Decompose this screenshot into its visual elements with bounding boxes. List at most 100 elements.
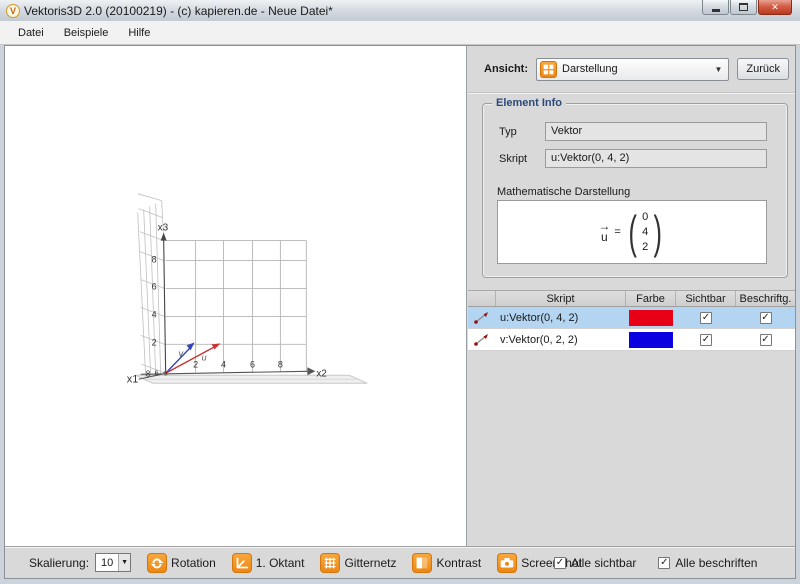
alle-sichtbar-toggle[interactable]: ✓ Alle sichtbar <box>554 556 636 570</box>
alle-beschriften-label: Alle beschriften <box>675 556 757 570</box>
menu-item-hilfe[interactable]: Hilfe <box>118 24 160 42</box>
client-area: x3 x2 x1 2 4 6 8 2 4 6 8 8 6 <box>4 45 796 579</box>
svg-text:4: 4 <box>221 359 226 369</box>
alle-sichtbar-checkbox[interactable]: ✓ <box>554 557 566 569</box>
svg-text:2: 2 <box>152 337 157 347</box>
close-button[interactable]: ✕ <box>758 0 792 15</box>
menu-item-beispiele[interactable]: Beispiele <box>54 24 119 42</box>
row-sichtbar-cell: ✓ <box>676 307 736 328</box>
alle-sichtbar-label: Alle sichtbar <box>571 556 636 570</box>
math-display: → u = ( 0 4 2 ) <box>497 200 767 264</box>
side-panel: Ansicht: Darstellung ▼ Zurück Element In… <box>468 46 795 546</box>
screenshot-icon <box>497 553 517 573</box>
header-icon-col <box>468 291 496 306</box>
row-beschriftg-cell: ✓ <box>736 329 795 350</box>
x2x3-grid <box>166 241 307 373</box>
alle-beschriften-toggle[interactable]: ✓ Alle beschriften <box>658 556 757 570</box>
table-row[interactable]: v:Vektor(0, 2, 2) ✓ ✓ <box>468 329 795 351</box>
skript-field[interactable]: u:Vektor(0, 4, 2) <box>545 149 767 168</box>
beschriftg-checkbox[interactable]: ✓ <box>760 312 772 324</box>
header-sichtbar: Sichtbar <box>676 291 736 306</box>
origin-dot <box>165 372 167 374</box>
equals-sign: = <box>614 226 620 238</box>
math-darstellung-label: Mathematische Darstellung <box>497 186 630 198</box>
header-beschriftg: Beschriftg. <box>736 291 795 306</box>
x2-axis-label: x2 <box>316 368 327 379</box>
global-checkboxes: ✓ Alle sichtbar ✓ Alle beschriften <box>554 556 757 570</box>
row-sichtbar-cell: ✓ <box>676 329 736 350</box>
skript-row: Skript u:Vektor(0, 4, 2) <box>499 149 767 168</box>
element-info-group: Element Info Typ Vektor Skript u:Vektor(… <box>482 103 788 278</box>
toolbar-left: Skalierung: 10 ▼ Rotation 1. Oktant <box>29 553 582 573</box>
x3-axis-label: x3 <box>158 223 169 234</box>
table-header-row: Skript Farbe Sichtbar Beschriftg. <box>468 290 795 307</box>
bottom-toolbar: Skalierung: 10 ▼ Rotation 1. Oktant <box>5 546 795 578</box>
skalierung-value: 10 <box>96 557 118 569</box>
rotation-icon <box>147 553 167 573</box>
tool-label: Rotation <box>171 556 216 570</box>
window-title: Vektoris3D 2.0 (20100219) - (c) kapieren… <box>24 4 701 18</box>
row-skript: u:Vektor(0, 4, 2) <box>496 307 626 328</box>
row-beschriftg-cell: ✓ <box>736 307 795 328</box>
svg-text:6: 6 <box>250 359 255 369</box>
table-row[interactable]: u:Vektor(0, 4, 2) ✓ ✓ <box>468 307 795 329</box>
typ-label: Typ <box>499 126 545 138</box>
svg-text:8: 8 <box>152 255 157 265</box>
vector-v: v <box>166 342 195 373</box>
beschriftg-checkbox[interactable]: ✓ <box>760 334 772 346</box>
contrast-icon <box>412 553 432 573</box>
axes <box>139 233 316 380</box>
zurueck-button[interactable]: Zurück <box>737 58 789 80</box>
maximize-icon <box>739 3 748 11</box>
view-bar: Ansicht: Darstellung ▼ Zurück <box>468 46 795 93</box>
skalierung-label: Skalierung: <box>29 556 89 570</box>
vector-v-label: v <box>179 348 184 358</box>
vector-arrow-icon <box>468 307 496 328</box>
svg-text:6: 6 <box>152 281 157 291</box>
element-table: Skript Farbe Sichtbar Beschriftg. u:Vekt… <box>468 290 795 351</box>
row-color-cell[interactable] <box>626 329 676 350</box>
vector-u-label: u <box>202 352 207 362</box>
minimize-button[interactable] <box>702 0 729 15</box>
typ-field[interactable]: Vektor <box>545 122 767 141</box>
header-farbe: Farbe <box>626 291 676 306</box>
plot-canvas[interactable]: x3 x2 x1 2 4 6 8 2 4 6 8 8 6 <box>5 46 467 546</box>
oktant-button[interactable]: 1. Oktant <box>232 553 305 573</box>
title-bar: V Vektoris3D 2.0 (20100219) - (c) kapier… <box>0 0 800 21</box>
x1-axis-label: x1 <box>127 373 139 385</box>
app-logo-icon: V <box>6 4 20 18</box>
kontrast-button[interactable]: Kontrast <box>412 553 481 573</box>
tool-label: Gitternetz <box>344 556 396 570</box>
alle-beschriften-checkbox[interactable]: ✓ <box>658 557 670 569</box>
octant-icon <box>232 553 252 573</box>
row-color-cell[interactable] <box>626 307 676 328</box>
chevron-down-icon: ▼ <box>118 554 130 571</box>
svg-text:4: 4 <box>152 309 157 319</box>
color-swatch[interactable] <box>629 310 673 326</box>
vector-plot: x3 x2 x1 2 4 6 8 2 4 6 8 8 6 <box>5 46 466 513</box>
application-window: V Vektoris3D 2.0 (20100219) - (c) kapier… <box>0 0 800 584</box>
sichtbar-checkbox[interactable]: ✓ <box>700 334 712 346</box>
tool-label: Kontrast <box>436 556 481 570</box>
skript-label: Skript <box>499 153 545 165</box>
darstellung-grid-icon <box>540 61 557 78</box>
view-select-value: Darstellung <box>557 63 711 75</box>
svg-text:8: 8 <box>146 369 151 378</box>
menu-bar: Datei Beispiele Hilfe <box>0 21 800 45</box>
vector-v-arrowhead <box>187 342 195 350</box>
rotation-button[interactable]: Rotation <box>147 553 216 573</box>
svg-text:8: 8 <box>278 359 283 369</box>
view-select[interactable]: Darstellung ▼ <box>536 58 729 81</box>
skalierung-select[interactable]: 10 ▼ <box>95 553 131 572</box>
gridmesh-icon <box>320 553 340 573</box>
open-paren: ( <box>628 210 636 254</box>
vector-arrow-icon <box>468 329 496 350</box>
color-swatch[interactable] <box>629 332 673 348</box>
gitternetz-button[interactable]: Gitternetz <box>320 553 396 573</box>
vector-components: 0 4 2 <box>642 210 648 255</box>
maximize-button[interactable] <box>730 0 757 15</box>
typ-row: Typ Vektor <box>499 122 767 141</box>
sichtbar-checkbox[interactable]: ✓ <box>700 312 712 324</box>
vector-symbol: → u <box>598 221 610 243</box>
menu-item-datei[interactable]: Datei <box>8 24 54 42</box>
